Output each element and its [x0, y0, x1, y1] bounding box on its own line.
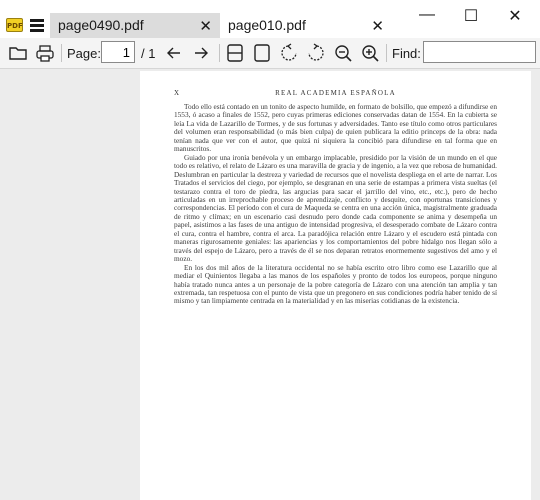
- arrow-right-icon[interactable]: [191, 43, 211, 63]
- paragraph: Guiado por una ironía benévola y un emba…: [174, 152, 497, 264]
- rotate-left-icon[interactable]: [279, 43, 299, 63]
- pdf-page: X REAL ACADEMIA ESPAÑOLA Todo ello está …: [140, 71, 531, 500]
- tab-page010[interactable]: page010.pdf ✕: [220, 13, 392, 38]
- fit-width-icon[interactable]: [225, 43, 245, 63]
- tab-page0490[interactable]: page0490.pdf ✕: [50, 13, 220, 38]
- fit-page-icon[interactable]: [252, 43, 272, 63]
- tab-label: page010.pdf: [228, 17, 306, 33]
- rotate-right-icon[interactable]: [306, 43, 326, 63]
- paragraph: Todo ello está contado en un tonito de a…: [174, 102, 497, 154]
- title-bar: PDF page0490.pdf ✕ page010.pdf ✕ — ☐ ✕: [0, 0, 540, 38]
- running-head: REAL ACADEMIA ESPAÑOLA: [275, 89, 396, 97]
- app-logo-icon: PDF: [6, 18, 23, 32]
- maximize-button[interactable]: ☐: [456, 6, 486, 26]
- separator: [61, 44, 62, 62]
- separator: [219, 44, 220, 62]
- open-folder-icon[interactable]: [8, 43, 28, 63]
- menu-icon[interactable]: [30, 19, 44, 33]
- tab-close-icon[interactable]: ✕: [371, 17, 384, 35]
- paragraph: En los dos mil años de la literatura occ…: [174, 262, 497, 306]
- separator: [386, 44, 387, 62]
- page-total: / 1: [141, 46, 156, 61]
- arrow-left-icon[interactable]: [164, 43, 184, 63]
- page-label: Page:: [67, 46, 101, 61]
- page-number-input[interactable]: [101, 41, 135, 63]
- tab-close-icon[interactable]: ✕: [199, 17, 212, 35]
- minimize-button[interactable]: —: [412, 6, 442, 26]
- find-input[interactable]: [423, 41, 536, 63]
- zoom-out-icon[interactable]: [333, 43, 353, 63]
- tab-label: page0490.pdf: [58, 17, 144, 33]
- page-body: Todo ello está contado en un tonito de a…: [174, 102, 497, 306]
- zoom-in-icon[interactable]: [360, 43, 380, 63]
- close-window-button[interactable]: ✕: [500, 6, 530, 26]
- find-label: Find:: [392, 46, 421, 61]
- print-icon[interactable]: [35, 43, 55, 63]
